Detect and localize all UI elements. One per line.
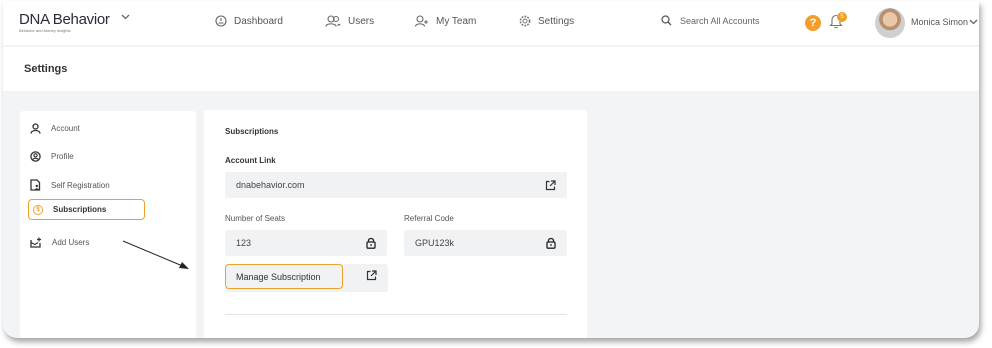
annotation-arrow bbox=[122, 240, 189, 269]
app-window: DNA Behavior Behavior and Money Insights… bbox=[3, 1, 979, 338]
